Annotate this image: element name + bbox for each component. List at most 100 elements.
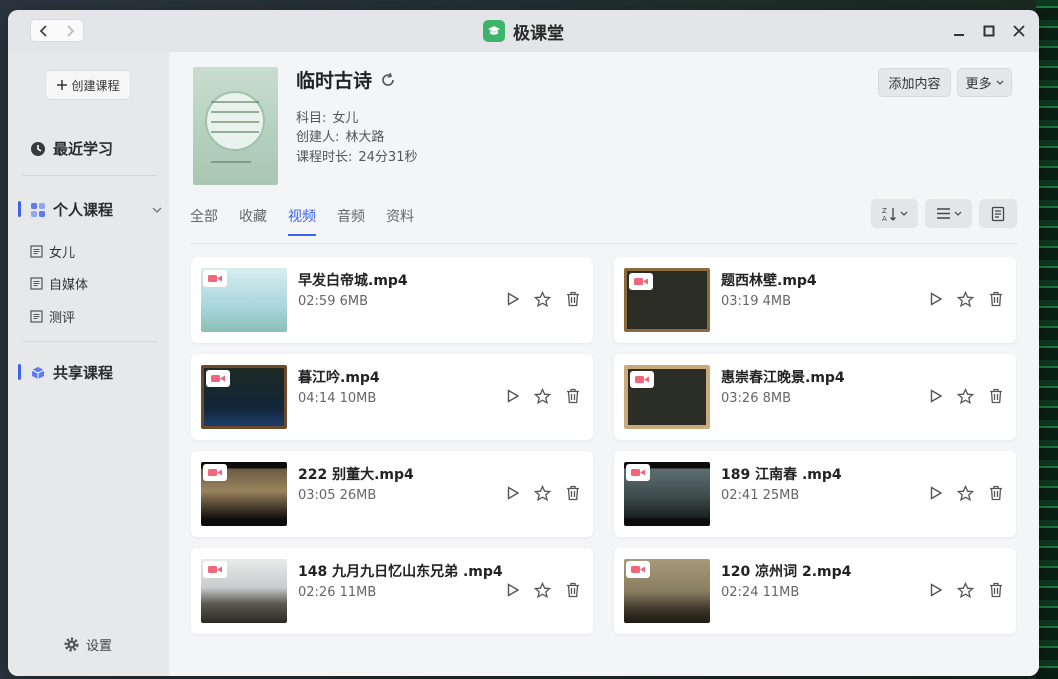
close-button[interactable] xyxy=(1011,20,1027,42)
video-meta: 04:14 10MB xyxy=(298,391,377,406)
more-label: 更多 xyxy=(965,77,992,92)
delete-button[interactable] xyxy=(564,290,581,308)
desktop-wallpaper-streak xyxy=(1036,0,1058,679)
play-icon xyxy=(507,486,519,500)
clock-icon xyxy=(31,141,45,156)
subject-value: 女儿 xyxy=(332,111,359,126)
star-icon xyxy=(534,387,551,404)
video-meta: 03:26 8MB xyxy=(721,391,792,406)
shared-section-marker xyxy=(18,364,21,380)
sort-button[interactable]: ZA xyxy=(871,199,918,228)
play-button[interactable] xyxy=(504,581,521,599)
play-button[interactable] xyxy=(504,387,521,405)
video-name: 120 凉州词 2.mp4 xyxy=(721,564,852,580)
sidebar-item-daughter[interactable]: 女儿 xyxy=(30,242,75,261)
video-actions xyxy=(504,581,581,599)
delete-button[interactable] xyxy=(987,387,1004,405)
tab-video[interactable]: 视频 xyxy=(288,206,316,236)
favorite-button[interactable] xyxy=(534,581,551,599)
favorite-button[interactable] xyxy=(957,581,974,599)
sidebar-item-media[interactable]: 自媒体 xyxy=(30,274,88,293)
sidebar-item-review[interactable]: 测评 xyxy=(30,307,75,326)
tabs-divider xyxy=(190,243,1018,244)
sidebar-item-label: 女儿 xyxy=(49,246,76,261)
video-card[interactable]: 惠崇春江晚景.mp4 03:26 8MB xyxy=(614,354,1016,440)
favorite-button[interactable] xyxy=(534,484,551,502)
delete-button[interactable] xyxy=(564,387,581,405)
tab-all[interactable]: 全部 xyxy=(190,206,218,232)
plus-icon xyxy=(57,80,68,90)
sidebar-item-recent[interactable]: 最近学习 xyxy=(30,138,113,159)
video-card[interactable]: 222 别董大.mp4 03:05 26MB xyxy=(191,451,593,537)
video-meta: 02:24 11MB xyxy=(721,585,800,600)
more-button[interactable]: 更多 xyxy=(957,68,1012,97)
create-course-label: 创建课程 xyxy=(71,78,120,93)
video-thumbnail xyxy=(624,462,710,526)
video-card[interactable]: 189 江南春 .mp4 02:41 25MB xyxy=(614,451,1016,537)
sidebar-personal-label: 个人课程 xyxy=(53,201,114,219)
favorite-button[interactable] xyxy=(957,484,974,502)
star-icon xyxy=(534,581,551,598)
shared-cube-icon xyxy=(31,366,45,379)
refresh-icon[interactable] xyxy=(380,72,396,88)
chevron-down-icon xyxy=(900,211,908,216)
app-title: 极课堂 xyxy=(513,23,564,44)
add-content-button[interactable]: 添加内容 xyxy=(878,68,951,97)
trash-icon xyxy=(566,388,579,404)
video-card[interactable]: 早发白帝城.mp4 02:59 6MB xyxy=(191,257,593,343)
favorite-button[interactable] xyxy=(957,290,974,308)
video-card[interactable]: 暮江吟.mp4 04:14 10MB xyxy=(191,354,593,440)
video-meta: 02:59 6MB xyxy=(298,294,369,309)
tab-audio[interactable]: 音频 xyxy=(337,206,365,232)
document-icon xyxy=(30,310,43,323)
delete-button[interactable] xyxy=(987,581,1004,599)
favorite-button[interactable] xyxy=(534,387,551,405)
trash-icon xyxy=(989,485,1002,501)
play-icon xyxy=(507,583,519,597)
list-view-icon xyxy=(936,208,950,219)
video-thumbnail xyxy=(624,365,710,429)
notes-button[interactable] xyxy=(979,199,1017,228)
sidebar: 创建课程 最近学习 个人课程 女儿 自媒体 测评 共享课程 设置 xyxy=(8,52,169,676)
tab-favorites[interactable]: 收藏 xyxy=(239,206,267,232)
play-button[interactable] xyxy=(504,484,521,502)
favorite-button[interactable] xyxy=(957,387,974,405)
star-icon xyxy=(534,484,551,501)
play-button[interactable] xyxy=(927,581,944,599)
video-meta: 02:41 25MB xyxy=(721,488,800,503)
play-button[interactable] xyxy=(504,290,521,308)
video-camera-icon xyxy=(203,561,227,578)
tab-materials[interactable]: 资料 xyxy=(386,206,414,232)
video-card[interactable]: 120 凉州词 2.mp4 02:24 11MB xyxy=(614,548,1016,634)
favorite-button[interactable] xyxy=(534,290,551,308)
sidebar-item-label: 测评 xyxy=(49,311,76,326)
sidebar-divider xyxy=(22,341,157,342)
sidebar-item-personal[interactable]: 个人课程 xyxy=(30,199,162,220)
delete-button[interactable] xyxy=(987,290,1004,308)
play-button[interactable] xyxy=(927,484,944,502)
play-button[interactable] xyxy=(927,290,944,308)
delete-button[interactable] xyxy=(564,581,581,599)
maximize-button[interactable] xyxy=(981,20,997,42)
minimize-button[interactable] xyxy=(951,20,967,42)
video-card[interactable]: 148 九月九日忆山东兄弟 .mp4 02:26 11MB xyxy=(191,548,593,634)
video-camera-icon xyxy=(626,464,650,481)
main-content: 临时古诗 科目: 女儿 创建人: 林大路 课程时长: 24分31秒 添加内容 更多 全… xyxy=(169,52,1039,676)
video-card[interactable]: 题西林壁.mp4 03:19 4MB xyxy=(614,257,1016,343)
sidebar-item-shared[interactable]: 共享课程 xyxy=(30,362,113,383)
content-tabs: 全部 收藏 视频 音频 资料 xyxy=(190,206,435,236)
create-course-button[interactable]: 创建课程 xyxy=(45,70,131,100)
view-mode-button[interactable] xyxy=(925,199,972,228)
delete-button[interactable] xyxy=(564,484,581,502)
trash-icon xyxy=(989,582,1002,598)
star-icon xyxy=(957,290,974,307)
app-logo-icon xyxy=(483,20,505,42)
video-actions xyxy=(504,484,581,502)
play-button[interactable] xyxy=(927,387,944,405)
sidebar-recent-label: 最近学习 xyxy=(53,140,114,158)
sidebar-item-label: 自媒体 xyxy=(49,278,89,293)
video-name: 早发白帝城.mp4 xyxy=(298,273,408,289)
delete-button[interactable] xyxy=(987,484,1004,502)
video-meta: 02:26 11MB xyxy=(298,585,377,600)
settings-button[interactable]: 设置 xyxy=(63,635,112,654)
